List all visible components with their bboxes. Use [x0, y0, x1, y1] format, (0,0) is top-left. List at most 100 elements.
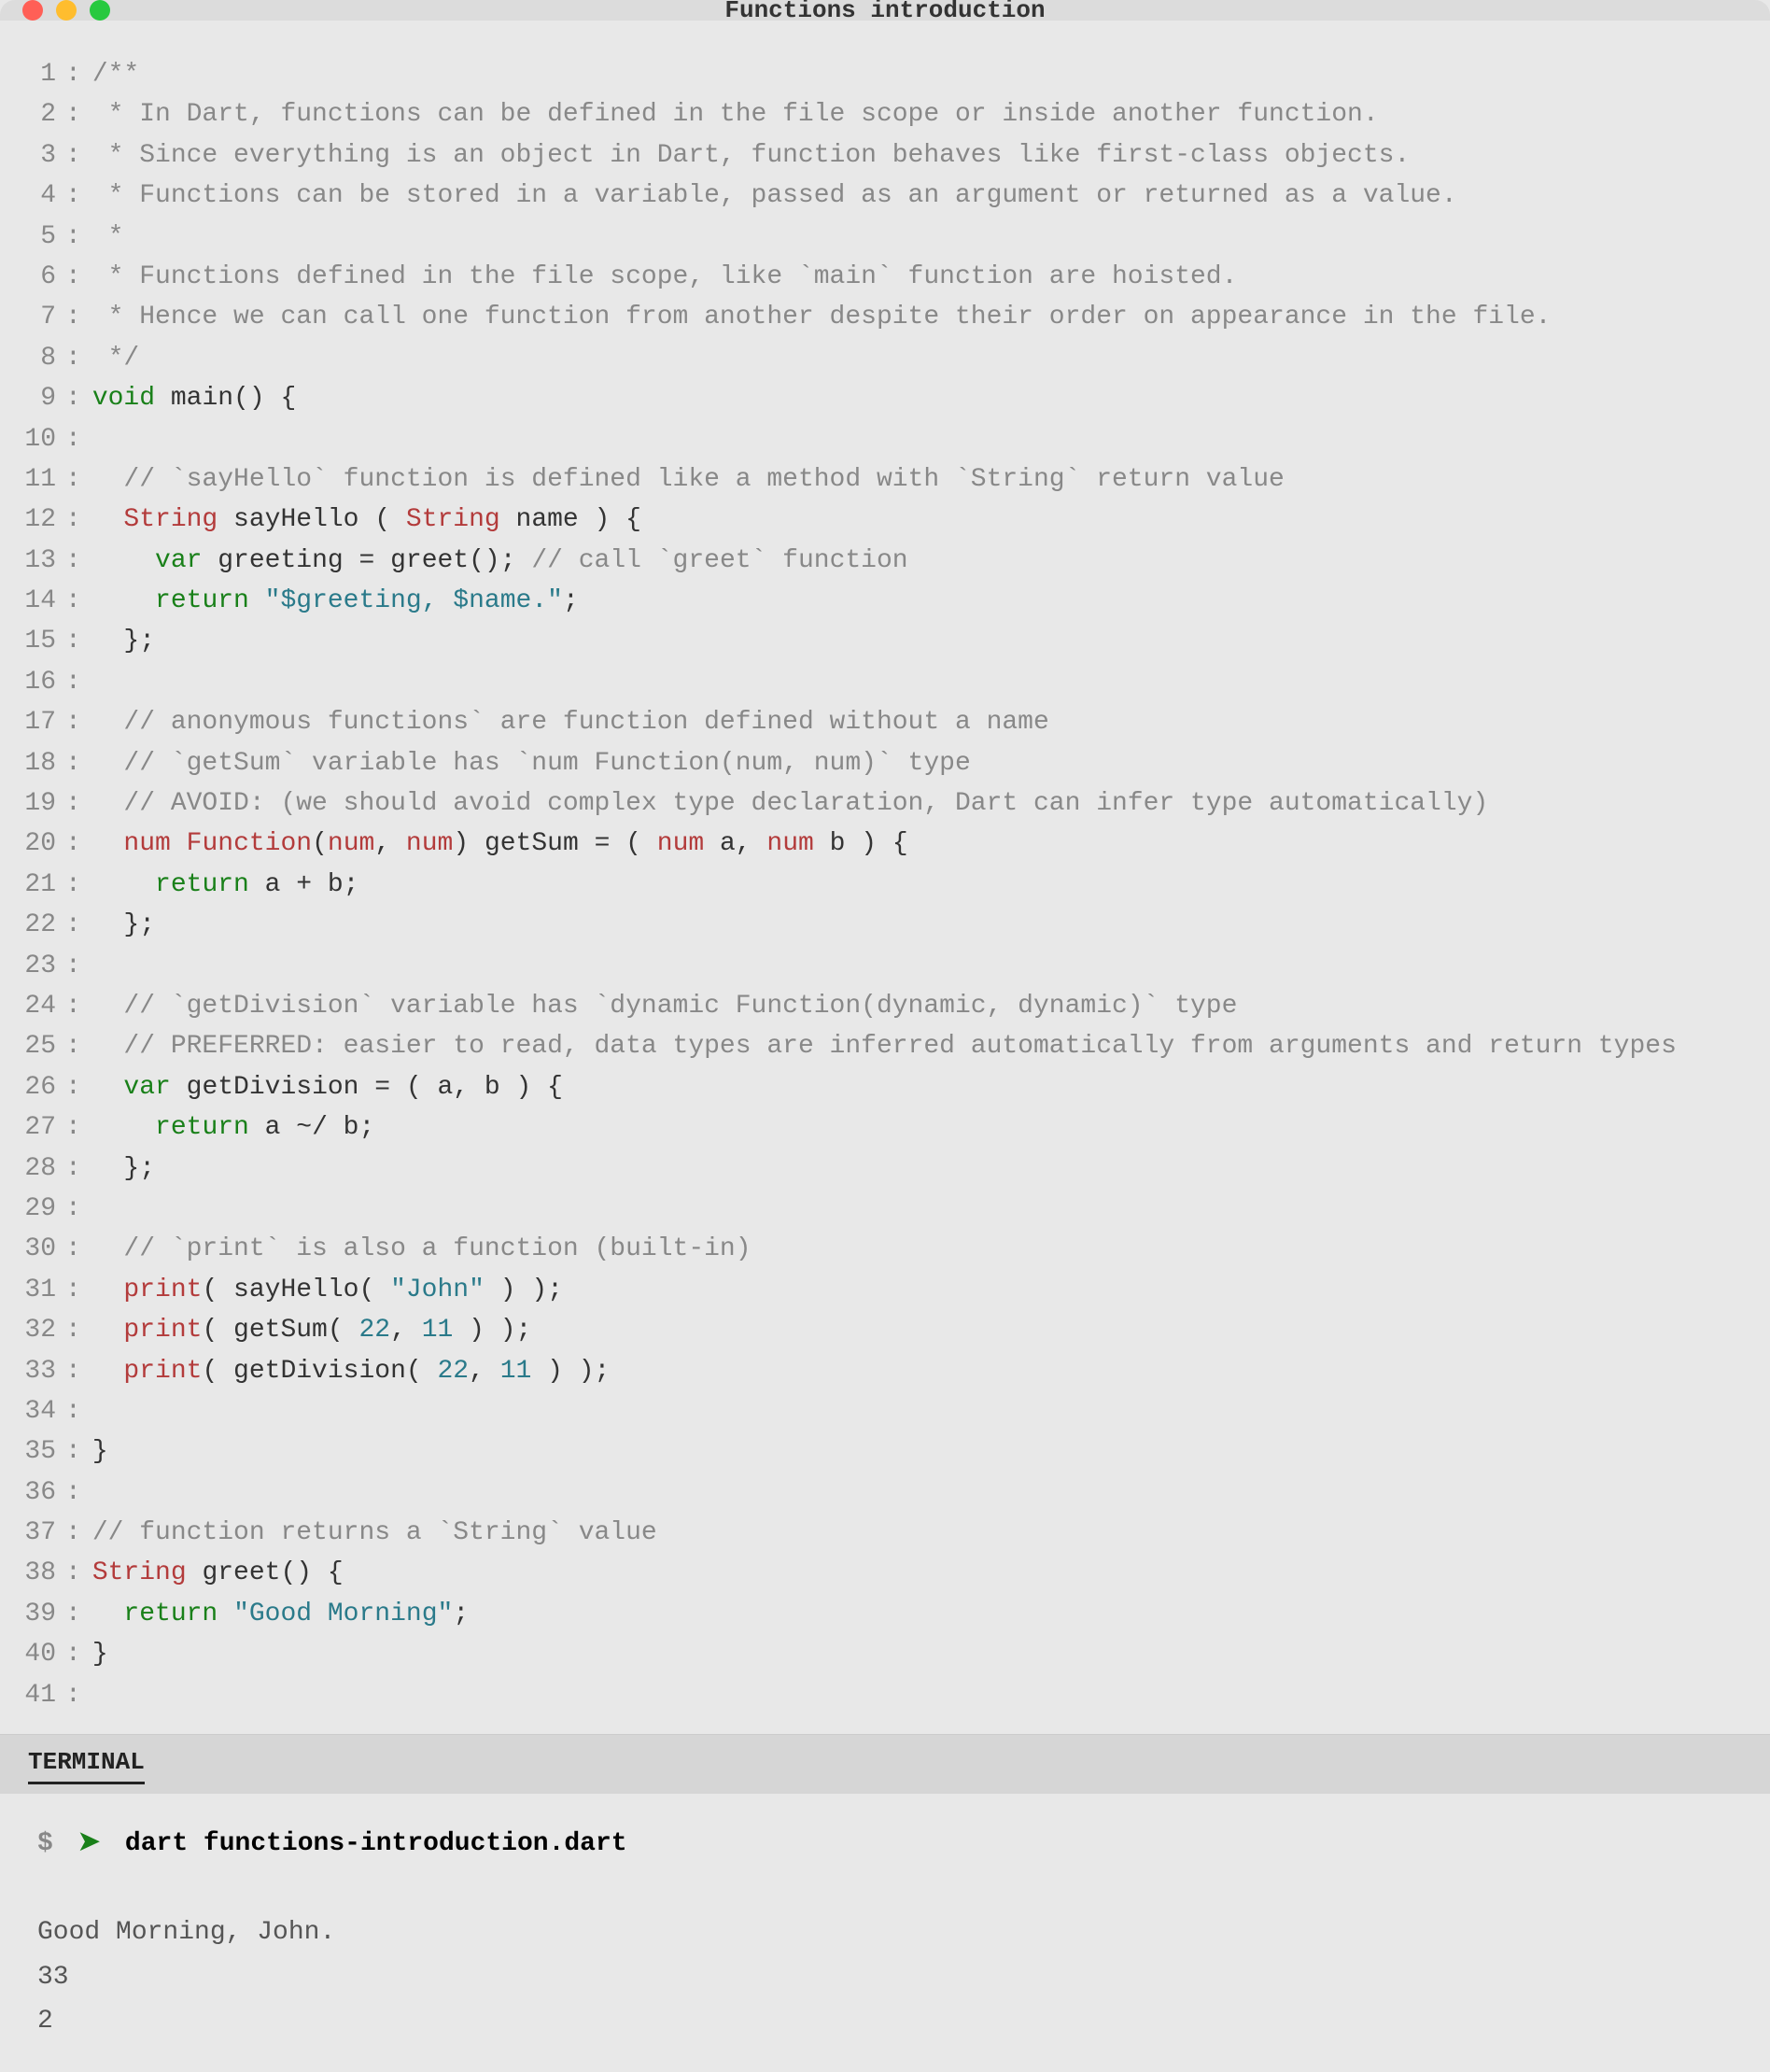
line-number: 10	[0, 419, 65, 459]
gutter-separator: :	[65, 378, 92, 418]
code-line[interactable]: 2: * In Dart, functions can be defined i…	[0, 94, 1770, 134]
code-line[interactable]: 40:}	[0, 1634, 1770, 1674]
code-line[interactable]: 29:	[0, 1189, 1770, 1229]
code-line[interactable]: 31: print( sayHello( "John" ) );	[0, 1270, 1770, 1310]
code-line[interactable]: 32: print( getSum( 22, 11 ) );	[0, 1310, 1770, 1350]
gutter-separator: :	[65, 1634, 92, 1674]
line-number: 21	[0, 865, 65, 905]
gutter-separator: :	[65, 54, 92, 94]
code-line[interactable]: 16:	[0, 662, 1770, 702]
line-number: 5	[0, 217, 65, 257]
code-line[interactable]: 23:	[0, 946, 1770, 986]
code-line[interactable]: 21: return a + b;	[0, 865, 1770, 905]
code-line[interactable]: 4: * Functions can be stored in a variab…	[0, 176, 1770, 216]
code-content: // `print` is also a function (built-in)	[92, 1229, 752, 1269]
code-line[interactable]: 18: // `getSum` variable has `num Functi…	[0, 743, 1770, 783]
code-line[interactable]: 1:/**	[0, 54, 1770, 94]
line-number: 13	[0, 541, 65, 581]
line-number: 35	[0, 1431, 65, 1472]
code-line[interactable]: 3: * Since everything is an object in Da…	[0, 135, 1770, 176]
code-line[interactable]: 12: String sayHello ( String name ) {	[0, 500, 1770, 540]
line-number: 11	[0, 459, 65, 500]
gutter-separator: :	[65, 1189, 92, 1229]
code-content: }	[92, 1634, 108, 1674]
code-content: // function returns a `String` value	[92, 1513, 657, 1553]
code-content: num Function(num, num) getSum = ( num a,…	[92, 824, 908, 864]
code-line[interactable]: 28: };	[0, 1149, 1770, 1189]
code-editor[interactable]: 1:/**2: * In Dart, functions can be defi…	[0, 21, 1770, 1734]
terminal-output-line: 2	[37, 1999, 1733, 2044]
line-number: 18	[0, 743, 65, 783]
line-number: 33	[0, 1351, 65, 1391]
gutter-separator: :	[65, 1310, 92, 1350]
code-line[interactable]: 13: var greeting = greet(); // call `gre…	[0, 541, 1770, 581]
code-line[interactable]: 37:// function returns a `String` value	[0, 1513, 1770, 1553]
gutter-separator: :	[65, 1391, 92, 1431]
code-content: return "$greeting, $name.";	[92, 581, 579, 621]
gutter-separator: :	[65, 217, 92, 257]
terminal-output[interactable]: $ ➤ dart functions-introduction.dart Goo…	[0, 1794, 1770, 2072]
code-line[interactable]: 25: // PREFERRED: easier to read, data t…	[0, 1026, 1770, 1066]
code-content: * Since everything is an object in Dart,…	[92, 135, 1410, 176]
code-line[interactable]: 39: return "Good Morning";	[0, 1594, 1770, 1634]
code-line[interactable]: 34:	[0, 1391, 1770, 1431]
editor-window: Functions introduction 1:/**2: * In Dart…	[0, 0, 1770, 1903]
code-line[interactable]: 10:	[0, 419, 1770, 459]
line-number: 37	[0, 1513, 65, 1553]
code-line[interactable]: 36:	[0, 1473, 1770, 1513]
code-content: void main() {	[92, 378, 296, 418]
code-content: return "Good Morning";	[92, 1594, 469, 1634]
close-icon[interactable]	[22, 0, 43, 21]
code-line[interactable]: 22: };	[0, 905, 1770, 945]
code-line[interactable]: 15: };	[0, 621, 1770, 661]
code-line[interactable]: 17: // anonymous functions` are function…	[0, 702, 1770, 742]
code-content: };	[92, 905, 155, 945]
minimize-icon[interactable]	[56, 0, 77, 21]
line-number: 22	[0, 905, 65, 945]
gutter-separator: :	[65, 338, 92, 378]
tab-terminal[interactable]: TERMINAL	[28, 1748, 145, 1784]
code-content: * In Dart, functions can be defined in t…	[92, 94, 1379, 134]
line-number: 8	[0, 338, 65, 378]
code-line[interactable]: 20: num Function(num, num) getSum = ( nu…	[0, 824, 1770, 864]
code-content: *	[92, 217, 124, 257]
code-line[interactable]: 26: var getDivision = ( a, b ) {	[0, 1067, 1770, 1107]
code-content: * Functions can be stored in a variable,…	[92, 176, 1457, 216]
gutter-separator: :	[65, 1229, 92, 1269]
code-content: // PREFERRED: easier to read, data types…	[92, 1026, 1677, 1066]
gutter-separator: :	[65, 783, 92, 824]
traffic-lights	[22, 0, 110, 21]
line-number: 24	[0, 986, 65, 1026]
code-line[interactable]: 24: // `getDivision` variable has `dynam…	[0, 986, 1770, 1026]
line-number: 23	[0, 946, 65, 986]
code-line[interactable]: 41:	[0, 1675, 1770, 1715]
line-number: 39	[0, 1594, 65, 1634]
code-line[interactable]: 19: // AVOID: (we should avoid complex t…	[0, 783, 1770, 824]
line-number: 40	[0, 1634, 65, 1674]
code-line[interactable]: 11: // `sayHello` function is defined li…	[0, 459, 1770, 500]
code-line[interactable]: 6: * Functions defined in the file scope…	[0, 257, 1770, 297]
code-content: * Functions defined in the file scope, l…	[92, 257, 1238, 297]
gutter-separator: :	[65, 1067, 92, 1107]
gutter-separator: :	[65, 94, 92, 134]
gutter-separator: :	[65, 1026, 92, 1066]
code-content: // AVOID: (we should avoid complex type …	[92, 783, 1488, 824]
code-line[interactable]: 9:void main() {	[0, 378, 1770, 418]
code-line[interactable]: 8: */	[0, 338, 1770, 378]
code-line[interactable]: 27: return a ~/ b;	[0, 1107, 1770, 1148]
code-line[interactable]: 30: // `print` is also a function (built…	[0, 1229, 1770, 1269]
code-line[interactable]: 35:}	[0, 1431, 1770, 1472]
code-line[interactable]: 5: *	[0, 217, 1770, 257]
code-line[interactable]: 7: * Hence we can call one function from…	[0, 297, 1770, 337]
maximize-icon[interactable]	[90, 0, 110, 21]
code-line[interactable]: 38:String greet() {	[0, 1553, 1770, 1593]
line-number: 28	[0, 1149, 65, 1189]
code-line[interactable]: 33: print( getDivision( 22, 11 ) );	[0, 1351, 1770, 1391]
line-number: 38	[0, 1553, 65, 1593]
gutter-separator: :	[65, 1270, 92, 1310]
titlebar[interactable]: Functions introduction	[0, 0, 1770, 21]
gutter-separator: :	[65, 986, 92, 1026]
code-content: print( getSum( 22, 11 ) );	[92, 1310, 532, 1350]
code-line[interactable]: 14: return "$greeting, $name.";	[0, 581, 1770, 621]
gutter-separator: :	[65, 905, 92, 945]
